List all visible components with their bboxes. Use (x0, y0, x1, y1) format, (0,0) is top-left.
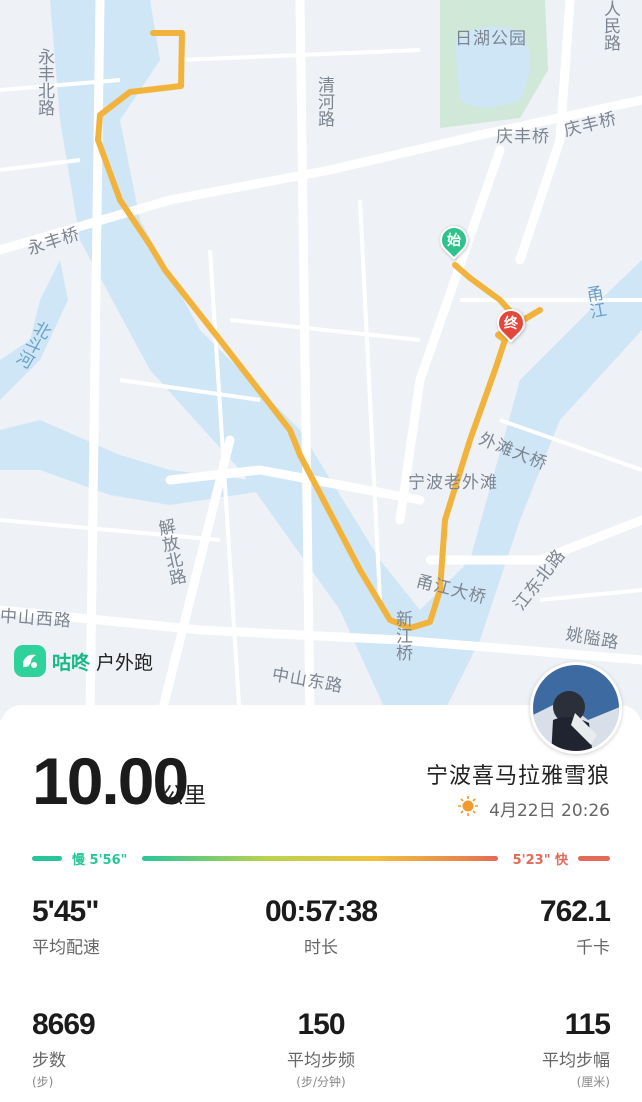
stat-unit: (步) (32, 1075, 54, 1089)
end-marker-label: 终 (504, 316, 518, 332)
map-label: 日湖公园 (455, 29, 527, 49)
map-label: 中山西路 (0, 606, 73, 632)
map-label: 永丰北路 (34, 48, 54, 116)
pace-slow-label: 慢 5'56" (72, 853, 128, 868)
username[interactable]: 宁波喜马拉雅雪狼 (426, 758, 610, 790)
stat-value: 00:57:38 (264, 895, 378, 928)
brand-name: 咕咚 (52, 651, 91, 674)
stat-unit: (厘米) (576, 1075, 610, 1089)
start-marker[interactable]: 始 (434, 220, 474, 262)
pace-range-bar: 慢 5'56" 5'23" 快 (32, 849, 610, 868)
map-label: 清河路 (314, 76, 334, 127)
stat-steps: 8669 步数 (步) (32, 1008, 96, 1090)
stat-value: 8669 (32, 1008, 96, 1041)
stat-unit: (步/分钟) (296, 1075, 346, 1089)
app-brand: 咕咚 户外跑 (14, 645, 153, 677)
map-label: 宁波老外滩 (408, 473, 498, 493)
end-marker[interactable]: 终 (491, 303, 531, 345)
stat-calories: 762.1 千卡 (539, 895, 611, 958)
stat-value: 5'45" (32, 895, 99, 928)
stat-label: 千卡 (576, 938, 610, 958)
user-avatar[interactable] (530, 662, 622, 754)
stat-value: 115 (564, 1008, 611, 1041)
activity-type: 户外跑 (96, 651, 154, 674)
map-label: 新江桥 (392, 610, 412, 661)
stat-value: 762.1 (539, 895, 611, 928)
sun-icon (457, 795, 479, 822)
stat-cadence: 150 平均步频 (步/分钟) (221, 1008, 421, 1090)
stat-avg-pace: 5'45" 平均配速 (32, 895, 100, 958)
pace-bar-fast-segment (578, 856, 610, 861)
stat-label: 平均步幅 (542, 1051, 610, 1071)
stat-label: 平均配速 (32, 938, 100, 958)
pace-bar-slow-segment (32, 856, 62, 861)
stat-label: 平均步频 (287, 1051, 355, 1071)
start-marker-label: 始 (447, 233, 461, 249)
pace-gradient (142, 856, 498, 861)
distance-unit: 公里 (162, 784, 207, 809)
stat-value: 150 (297, 1008, 345, 1041)
stat-duration: 00:57:38 时长 (221, 895, 421, 958)
route-map[interactable]: 日湖公园 人民路 永丰北路 清河路 庆丰桥 庆丰桥 永丰桥 北斗河 甬江 外滩大… (0, 0, 642, 720)
pace-fast-label: 5'23" 快 (512, 853, 568, 868)
map-label: 人民路 (600, 0, 620, 51)
stat-label: 步数 (32, 1051, 66, 1071)
gudong-logo-icon (14, 645, 46, 677)
stat-stride: 115 平均步幅 (厘米) (542, 1008, 611, 1090)
stat-label: 时长 (304, 938, 338, 958)
map-label: 庆丰桥 (496, 127, 550, 147)
run-datetime: 4月22日 20:26 (457, 795, 610, 822)
river-water (50, 0, 642, 720)
datetime-text: 4月22日 20:26 (489, 801, 610, 821)
